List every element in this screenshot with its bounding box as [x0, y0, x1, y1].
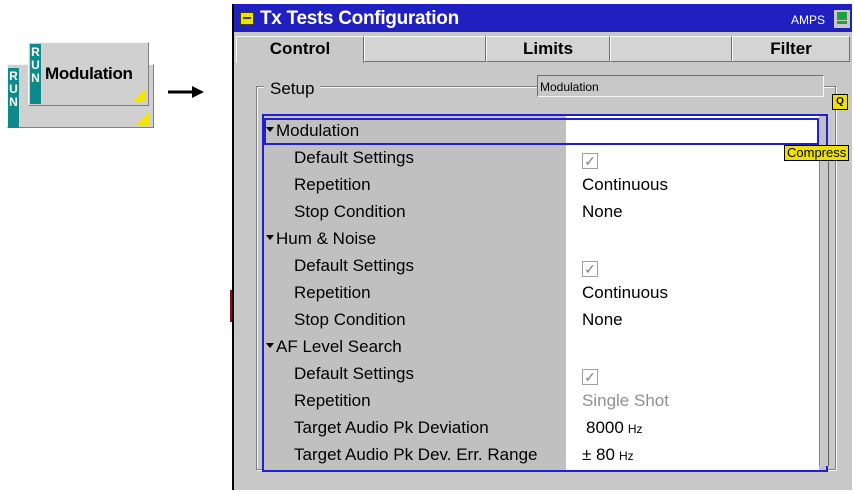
- softkey-illustration: R U N R U N Modulation: [0, 0, 160, 140]
- group-text: Modulation: [276, 121, 360, 140]
- row-label: Repetition: [294, 391, 371, 410]
- row-value-number[interactable]: 8000 Hz: [586, 418, 643, 438]
- row-label: Default Settings: [294, 256, 415, 275]
- setup-legend: Setup: [264, 79, 321, 99]
- caret-down-icon[interactable]: [266, 127, 274, 133]
- row-label: Default Settings: [294, 364, 415, 383]
- setup-selection-field[interactable]: Modulation: [537, 75, 824, 97]
- tree-row-hum-noise[interactable]: Hum & Noise: [264, 226, 819, 253]
- title-bar: Tx Tests Configuration AMPS: [234, 4, 852, 32]
- number-value[interactable]: ± 80: [582, 445, 615, 464]
- tab-filter[interactable]: Filter: [732, 36, 850, 62]
- softkey-corner-back: [136, 111, 150, 125]
- row-value[interactable]: None: [582, 202, 623, 222]
- run-letter: N: [31, 71, 40, 85]
- run-letter: N: [9, 95, 18, 109]
- run-badge-front: R U N: [30, 44, 41, 104]
- row-label: Default Settings: [294, 148, 415, 167]
- tree-group-label: AF Level Search: [266, 337, 402, 357]
- group-text: AF Level Search: [276, 337, 402, 356]
- q-marker-icon[interactable]: Q: [832, 94, 848, 110]
- tab-limits[interactable]: Limits: [486, 36, 610, 62]
- tree-row[interactable]: Repetition Continuous: [264, 280, 819, 307]
- softkey-label: Modulation: [45, 64, 133, 83]
- default-settings-checkbox[interactable]: ✓: [582, 256, 598, 277]
- tree-row[interactable]: Default Settings ✓: [264, 361, 819, 388]
- tree-group-label: Hum & Noise: [266, 229, 376, 249]
- row-label: Target Audio Pk Dev. Err. Range: [294, 445, 538, 464]
- caret-down-icon[interactable]: [266, 235, 274, 241]
- compress-button[interactable]: Compress: [784, 145, 850, 161]
- scrollbar[interactable]: [819, 146, 829, 466]
- tree-row-af-level-search[interactable]: AF Level Search: [264, 334, 819, 361]
- caret-down-icon[interactable]: [266, 343, 274, 349]
- scrollbar-thumb[interactable]: [821, 146, 829, 466]
- row-label: Repetition: [294, 283, 371, 302]
- row-value-number[interactable]: ± 80 Hz: [582, 445, 634, 465]
- tree-group-label: Modulation: [266, 121, 359, 141]
- tab-control[interactable]: Control: [236, 36, 364, 63]
- tab-empty-1[interactable]: [364, 36, 486, 62]
- tree-row[interactable]: Default Settings ✓: [264, 145, 819, 172]
- tree-row-modulation[interactable]: Modulation: [264, 118, 819, 145]
- tree-row[interactable]: Repetition Continuous: [264, 172, 819, 199]
- tree-row[interactable]: Target Audio Pk Deviation 8000 Hz: [264, 415, 819, 442]
- row-label: Target Audio Pk Deviation: [294, 418, 489, 437]
- window-title: Tx Tests Configuration: [260, 8, 459, 29]
- row-label: Stop Condition: [294, 202, 406, 221]
- number-value[interactable]: 8000: [586, 418, 624, 437]
- row-label: Repetition: [294, 175, 371, 194]
- tree-row[interactable]: Stop Condition None: [264, 307, 819, 334]
- tree-row[interactable]: Stop Condition None: [264, 199, 819, 226]
- softkey-corner-front: [132, 88, 146, 102]
- tab-bar: Control Limits Filter: [236, 36, 850, 63]
- unit-label: Hz: [618, 449, 634, 463]
- default-settings-checkbox[interactable]: ✓: [582, 364, 598, 385]
- tree-row[interactable]: Repetition Single Shot: [264, 388, 819, 415]
- tree-row[interactable]: Default Settings ✓: [264, 253, 819, 280]
- window-menu-icon[interactable]: [240, 12, 254, 25]
- window-size-icon[interactable]: [834, 10, 850, 28]
- row-value[interactable]: Continuous: [582, 175, 668, 195]
- row-label: Stop Condition: [294, 310, 406, 329]
- checkbox-check-icon[interactable]: ✓: [582, 369, 598, 385]
- checkbox-check-icon[interactable]: ✓: [582, 153, 598, 169]
- run-badge-back: R U N: [8, 68, 19, 128]
- standard-label: AMPS: [790, 13, 825, 27]
- row-value-disabled: Single Shot: [582, 391, 669, 410]
- group-text: Hum & Noise: [276, 229, 377, 248]
- unit-label: Hz: [627, 422, 643, 436]
- row-value[interactable]: None: [582, 310, 623, 330]
- tree-row[interactable]: Target Audio Pk Dev. Err. Range ± 80 Hz: [264, 442, 819, 469]
- default-settings-checkbox[interactable]: ✓: [582, 148, 598, 169]
- tx-tests-configuration-window: Tx Tests Configuration AMPS Control Limi…: [232, 4, 852, 490]
- row-value[interactable]: Continuous: [582, 283, 668, 303]
- tab-empty-2[interactable]: [610, 36, 732, 62]
- settings-tree: Modulation Default Settings ✓ Repetition…: [262, 114, 829, 472]
- checkbox-check-icon[interactable]: ✓: [582, 261, 598, 277]
- arrow-right-icon: [168, 86, 204, 98]
